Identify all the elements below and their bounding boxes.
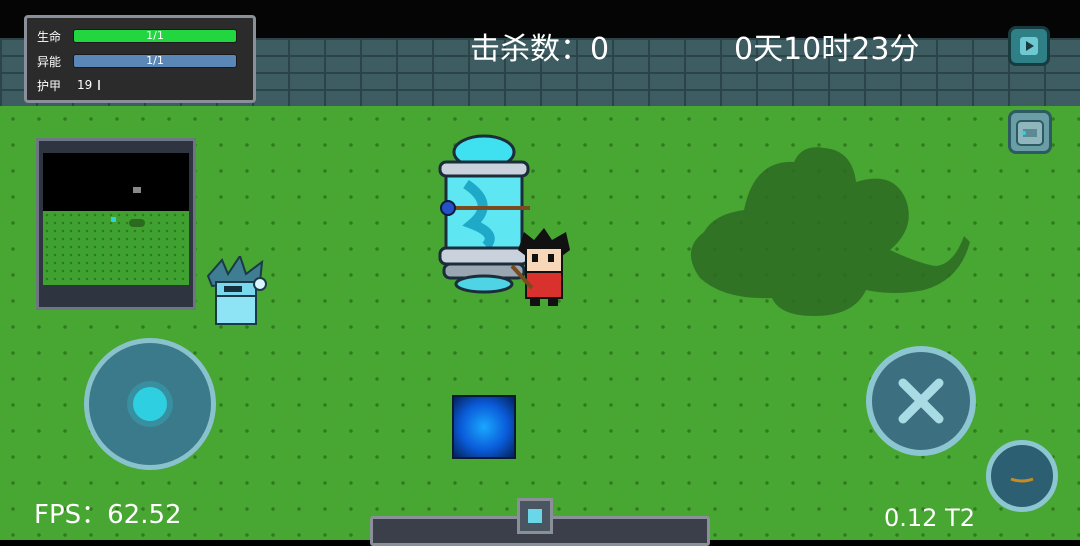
health-bar: 1/1 bbox=[73, 29, 237, 43]
armor-row: 护甲 19 bbox=[37, 77, 101, 93]
fps-counter: FPS：62.52 bbox=[34, 500, 182, 530]
tree-shadow bbox=[690, 147, 970, 316]
armor-value: 19 bbox=[77, 78, 93, 92]
armor-label: 护甲 bbox=[37, 78, 62, 93]
minimap-marker bbox=[133, 187, 141, 193]
game-time: 0天10时23分 bbox=[734, 32, 920, 67]
pet-companion bbox=[206, 256, 267, 325]
attack-button[interactable] bbox=[866, 346, 976, 456]
energy-row: 异能 1/1 bbox=[37, 53, 237, 69]
skill-icon bbox=[1010, 477, 1034, 483]
version-label: 0.12 T2 bbox=[884, 504, 975, 532]
crossed-swords-icon bbox=[898, 378, 944, 424]
energy-value: 1/1 bbox=[146, 54, 164, 67]
backpack-button[interactable] bbox=[1008, 110, 1052, 154]
minimap-player-dot bbox=[111, 217, 116, 222]
health-label: 生命 bbox=[37, 29, 62, 44]
pause-button[interactable] bbox=[1008, 26, 1050, 66]
stat-panel: 生命 1/1 异能 1/1 护甲 19 bbox=[24, 15, 256, 103]
health-row: 生命 1/1 bbox=[37, 28, 237, 44]
minimap[interactable] bbox=[36, 138, 196, 310]
portal-tile[interactable] bbox=[452, 395, 516, 459]
joystick-knob[interactable] bbox=[133, 387, 167, 421]
minimap-view bbox=[43, 153, 189, 285]
armor-bar-tick bbox=[98, 80, 101, 90]
player-character bbox=[510, 228, 570, 306]
energy-bar: 1/1 bbox=[73, 54, 237, 68]
play-triangle-icon bbox=[1020, 37, 1038, 55]
health-value: 1/1 bbox=[146, 29, 164, 42]
backpack-icon bbox=[1016, 120, 1044, 146]
energy-label: 异能 bbox=[37, 54, 62, 69]
minimap-grass bbox=[43, 211, 189, 285]
movement-joystick[interactable] bbox=[84, 338, 216, 470]
kill-count: 击杀数：0 bbox=[470, 32, 610, 67]
minimap-tree bbox=[129, 219, 145, 227]
weapon-gem-icon bbox=[528, 509, 542, 523]
weapon-slot[interactable] bbox=[517, 498, 553, 534]
skill-button[interactable] bbox=[986, 440, 1058, 512]
